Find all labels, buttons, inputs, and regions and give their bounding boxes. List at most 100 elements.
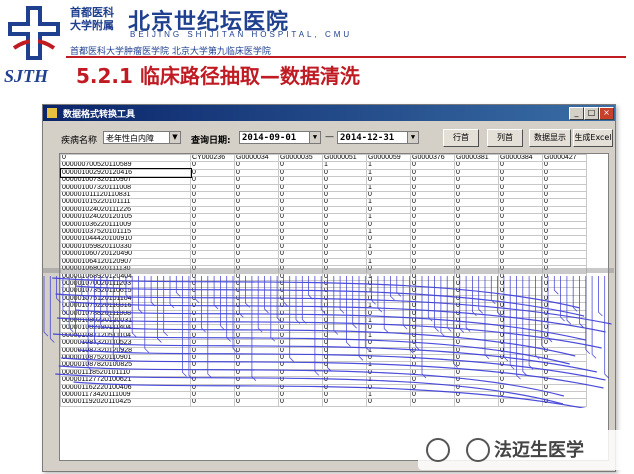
table-cell[interactable]: 0	[498, 398, 543, 407]
table-cell[interactable]: 0	[498, 353, 543, 363]
table-cell[interactable]: 0	[366, 324, 411, 333]
table-cell[interactable]: 0	[234, 390, 279, 400]
table-cell[interactable]: 0	[454, 235, 499, 244]
table-cell[interactable]: 0	[366, 383, 411, 393]
close-button[interactable]: ×	[599, 107, 614, 120]
table-cell[interactable]: 1	[366, 242, 411, 252]
record-id-cell[interactable]: 000001044420100910	[60, 235, 191, 244]
table-cell[interactable]: 0	[410, 361, 455, 370]
table-cell[interactable]: 0	[234, 191, 279, 200]
table-cell[interactable]: 0	[322, 176, 367, 185]
table-cell[interactable]: 0	[190, 302, 235, 311]
table-cell[interactable]: 0	[278, 383, 323, 393]
show-data-button[interactable]: 数据显示	[529, 129, 571, 147]
table-cell[interactable]: 0	[190, 316, 235, 326]
table-cell[interactable]: 0	[498, 279, 543, 289]
table-cell[interactable]: 0	[454, 272, 499, 281]
table-cell[interactable]: 0	[410, 376, 455, 385]
table-cell[interactable]: 0	[278, 272, 323, 281]
table-cell[interactable]: 0	[322, 287, 367, 296]
table-cell[interactable]: 0	[454, 220, 499, 230]
table-cell[interactable]: 0	[498, 361, 543, 370]
table-cell[interactable]: 0	[410, 353, 455, 363]
table-cell[interactable]: 0	[190, 213, 235, 222]
export-excel-button[interactable]: 生成Excel	[573, 129, 613, 147]
table-cell[interactable]: 0	[278, 316, 323, 326]
record-id-cell[interactable]: 000000700520110589	[60, 161, 191, 170]
table-cell[interactable]: 0	[322, 191, 367, 200]
table-cell[interactable]: 0	[190, 265, 235, 274]
table-cell[interactable]: 0	[542, 168, 587, 178]
table-cell[interactable]: 0	[410, 235, 455, 244]
table-cell[interactable]: 0	[542, 250, 587, 259]
table-cell[interactable]: 0	[278, 324, 323, 333]
table-cell[interactable]: 0	[454, 302, 499, 311]
table-cell[interactable]: 1	[366, 198, 411, 207]
table-cell[interactable]: 0	[410, 257, 455, 267]
table-cell[interactable]: 0	[322, 324, 367, 333]
table-cell[interactable]: 0	[410, 176, 455, 185]
table-cell[interactable]: 0	[366, 353, 411, 363]
table-cell[interactable]: 0	[322, 279, 367, 289]
table-cell[interactable]: 0	[542, 213, 587, 222]
table-cell[interactable]: 0	[190, 331, 235, 341]
table-cell[interactable]: 1	[366, 272, 411, 281]
table-cell[interactable]: 0	[278, 353, 323, 363]
record-id-cell[interactable]: 000001087320120928	[60, 346, 191, 355]
table-cell[interactable]: 0	[322, 294, 367, 304]
table-row[interactable]: 000001011120110831 0 0 0 0 0 0 0 0 0	[60, 191, 587, 200]
table-row[interactable]: 000001007320111008 0 0 0 0 1 0 0 0 0	[60, 183, 587, 193]
table-row[interactable]: 000001024020111226 0 0 0 0 0 0 0 0 0	[60, 205, 587, 215]
record-id-cell[interactable]: 000001060720120490	[60, 250, 191, 259]
table-cell[interactable]: 0	[190, 324, 235, 333]
table-cell[interactable]: 0	[410, 302, 455, 311]
table-cell[interactable]: 0	[322, 316, 367, 326]
table-cell[interactable]: 0	[190, 272, 235, 281]
table-cell[interactable]: 0	[278, 390, 323, 400]
table-cell[interactable]: 0	[498, 235, 543, 244]
table-cell[interactable]: 0	[322, 183, 367, 193]
table-cell[interactable]: 0	[234, 168, 279, 178]
table-cell[interactable]: 0	[498, 205, 543, 215]
table-cell[interactable]: 1	[366, 183, 411, 193]
table-row[interactable]: 000001007320110907 0 0 0 0 0 0 0 0 0	[60, 176, 587, 185]
table-cell[interactable]: 0	[190, 346, 235, 355]
table-cell[interactable]: 0	[278, 294, 323, 304]
record-id-cell[interactable]: 000001075220110316	[60, 302, 191, 311]
table-cell[interactable]: 0	[190, 390, 235, 400]
record-id-cell[interactable]: 000001087320110523	[60, 339, 191, 348]
table-cell[interactable]: 0	[234, 294, 279, 304]
table-cell[interactable]: 0	[234, 316, 279, 326]
table-cell[interactable]: 0	[454, 309, 499, 318]
table-cell[interactable]: 0	[278, 368, 323, 378]
table-cell[interactable]: 0	[498, 183, 543, 193]
table-cell[interactable]: 0	[234, 235, 279, 244]
table-cell[interactable]: 0	[322, 390, 367, 400]
disease-select[interactable]: 老年性白内障 ▼	[103, 131, 181, 144]
table-cell[interactable]: 0	[410, 324, 455, 333]
table-cell[interactable]: 0	[498, 316, 543, 326]
table-cell[interactable]: 0	[542, 191, 587, 200]
table-cell[interactable]: 0	[322, 235, 367, 244]
table-cell[interactable]: 0	[322, 205, 367, 215]
table-cell[interactable]: 0	[498, 228, 543, 237]
table-cell[interactable]: 0	[410, 331, 455, 341]
table-cell[interactable]: 0	[190, 220, 235, 230]
table-cell[interactable]: 0	[542, 242, 587, 252]
table-cell[interactable]: 0	[498, 250, 543, 259]
table-cell[interactable]: 0	[542, 339, 587, 348]
record-id-cell[interactable]: 000001036220111009	[60, 220, 191, 230]
table-cell[interactable]: 0	[322, 346, 367, 355]
table-cell[interactable]: 0	[542, 287, 587, 296]
table-cell[interactable]: 0	[366, 368, 411, 378]
table-cell[interactable]: 0	[190, 183, 235, 193]
table-cell[interactable]: 0	[234, 346, 279, 355]
table-cell[interactable]: 0	[366, 309, 411, 318]
table-cell[interactable]: 0	[498, 265, 543, 274]
table-cell[interactable]: 0	[542, 390, 587, 400]
table-cell[interactable]: 0	[322, 250, 367, 259]
table-cell[interactable]: 1	[366, 361, 411, 370]
table-cell[interactable]: 0	[410, 213, 455, 222]
table-cell[interactable]: 0	[498, 257, 543, 267]
table-row[interactable]: 000001070020111203 0 0 0 0 0 0 0 0 0	[60, 279, 587, 289]
